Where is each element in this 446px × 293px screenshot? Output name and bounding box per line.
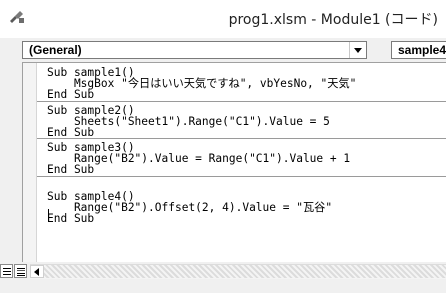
procedure-view-button[interactable] bbox=[0, 264, 13, 278]
code-pane[interactable]: Sub sample1() MsgBox "今日はいい天気ですね", vbYes… bbox=[22, 62, 446, 262]
margin-indicator-bar[interactable] bbox=[23, 63, 37, 262]
scrollbar-track[interactable] bbox=[44, 265, 446, 278]
code-editor[interactable]: Sub sample1() MsgBox "今日はいい天気ですね", vbYes… bbox=[47, 67, 437, 257]
bottom-bar bbox=[0, 262, 446, 293]
window-title: prog1.xlsm - Module1 (コード) bbox=[228, 12, 438, 28]
code-line[interactable]: End Sub bbox=[47, 127, 94, 138]
procedure-view-icon-line bbox=[3, 271, 11, 272]
object-combo-value: (General) bbox=[29, 43, 82, 57]
full-module-view-icon-line bbox=[17, 273, 25, 274]
procedure-separator bbox=[37, 100, 446, 102]
object-combo[interactable]: (General) bbox=[22, 41, 367, 59]
full-module-view-icon-line bbox=[17, 275, 25, 276]
horizontal-scrollbar[interactable] bbox=[30, 264, 446, 279]
scroll-left-arrow-icon bbox=[34, 268, 39, 276]
title-bar[interactable]: prog1.xlsm - Module1 (コード) bbox=[0, 0, 446, 38]
code-line[interactable]: End Sub bbox=[47, 213, 94, 224]
procedure-separator bbox=[37, 138, 446, 139]
scroll-left-button[interactable] bbox=[30, 265, 44, 278]
procedure-combo-value: sample4 bbox=[398, 43, 446, 57]
combo-row: (General) sample4 bbox=[22, 38, 446, 62]
code-line[interactable]: Sub sample2() bbox=[47, 104, 135, 115]
procedure-combo[interactable]: sample4 bbox=[391, 41, 446, 59]
chevron-down-icon bbox=[354, 48, 362, 53]
procedure-separator bbox=[37, 175, 446, 177]
vba-code-window: prog1.xlsm - Module1 (コード) (General) sam… bbox=[0, 0, 446, 293]
full-module-view-icon bbox=[17, 268, 25, 269]
procedure-view-icon bbox=[3, 268, 11, 269]
full-module-view-icon-line bbox=[17, 270, 25, 271]
code-line[interactable]: End Sub bbox=[47, 164, 94, 175]
code-line[interactable]: End Sub bbox=[47, 89, 94, 100]
procedure-view-icon-line bbox=[3, 274, 11, 275]
text-caret bbox=[48, 209, 49, 222]
object-combo-dropdown-button[interactable] bbox=[349, 42, 366, 58]
full-module-view-button[interactable] bbox=[14, 264, 27, 278]
